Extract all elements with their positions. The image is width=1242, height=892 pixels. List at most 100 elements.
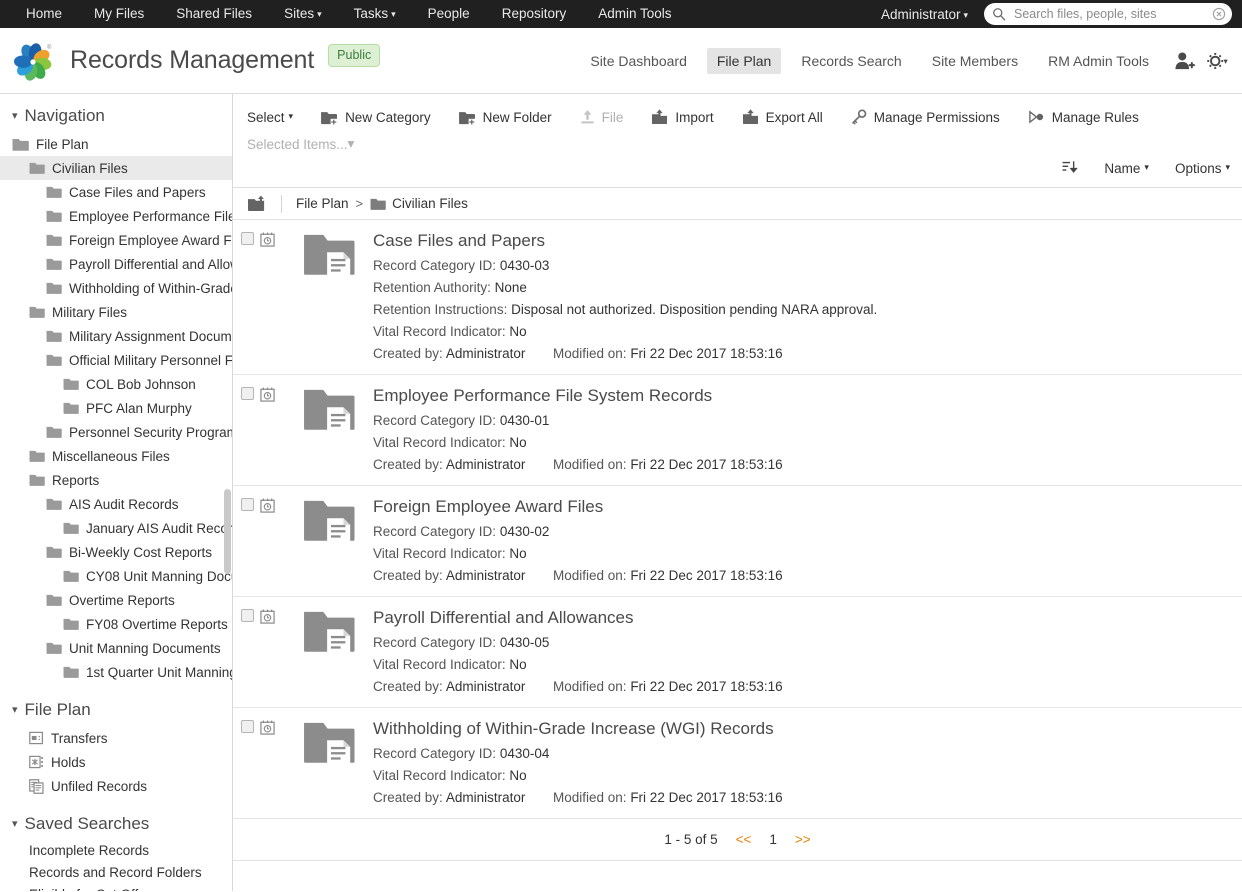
- fileplan-item-holds[interactable]: Holds: [0, 750, 232, 774]
- sidebar-section-fileplan-label: File Plan: [24, 700, 91, 719]
- tree-item-reports[interactable]: Reports: [0, 468, 232, 492]
- tree-item-personnel-security-program-records[interactable]: Personnel Security Program Records: [0, 420, 232, 444]
- site-nav-item-site-members[interactable]: Site Members: [922, 48, 1028, 74]
- global-search[interactable]: [984, 3, 1232, 25]
- global-nav-item-sites[interactable]: Sites ▾: [268, 0, 338, 29]
- sidebar-section-fileplan[interactable]: ▾ File Plan: [0, 696, 232, 726]
- saved-search-item[interactable]: Incomplete Records: [0, 840, 232, 862]
- record-category-title[interactable]: Withholding of Within-Grade Increase (WG…: [373, 718, 1226, 740]
- chevron-down-icon: ▾: [963, 9, 968, 20]
- tree-item-ais-audit-records[interactable]: AIS Audit Records: [0, 492, 232, 516]
- tree-item-official-military-personnel-files[interactable]: Official Military Personnel Files: [0, 348, 232, 372]
- record-category-row[interactable]: Employee Performance File System Records…: [233, 375, 1242, 486]
- record-category-thumbnail[interactable]: [287, 718, 373, 809]
- global-nav-item-admin-tools[interactable]: Admin Tools: [582, 0, 687, 28]
- disposition-schedule-icon[interactable]: [260, 498, 275, 518]
- add-user-icon[interactable]: [1174, 51, 1196, 71]
- row-checkbox[interactable]: [241, 232, 254, 245]
- tree-item-payroll-differential-and-allowances[interactable]: Payroll Differential and Allowances: [0, 252, 232, 276]
- tree-item-bi-weekly-cost-reports[interactable]: Bi-Weekly Cost Reports: [0, 540, 232, 564]
- chevron-down-icon: ▾: [347, 136, 355, 151]
- record-category-title[interactable]: Foreign Employee Award Files: [373, 496, 1226, 518]
- tree-item-col-bob-johnson[interactable]: COL Bob Johnson: [0, 372, 232, 396]
- record-category-thumbnail[interactable]: [287, 496, 373, 587]
- tree-item-employee-performance-file-system-records[interactable]: Employee Performance File System Records: [0, 204, 232, 228]
- breadcrumb-root-link[interactable]: File Plan: [296, 196, 349, 211]
- site-nav-item-file-plan[interactable]: File Plan: [706, 48, 782, 74]
- global-nav-item-people[interactable]: People: [412, 0, 486, 28]
- manage-rules-button[interactable]: Manage Rules: [1028, 109, 1139, 125]
- global-nav-item-tasks[interactable]: Tasks ▾: [338, 0, 412, 29]
- record-category-title[interactable]: Employee Performance File System Records: [373, 385, 1226, 407]
- record-category-row[interactable]: Case Files and Papers Record Category ID…: [233, 220, 1242, 375]
- record-category-title[interactable]: Case Files and Papers: [373, 230, 1226, 252]
- site-nav-item-rm-admin-tools[interactable]: RM Admin Tools: [1038, 48, 1159, 74]
- folder-up-icon[interactable]: [247, 195, 267, 213]
- pagination-last[interactable]: >>: [795, 832, 811, 847]
- manage-permissions-button[interactable]: Manage Permissions: [851, 109, 1000, 125]
- folder-icon: [46, 497, 62, 511]
- tree-item-january-ais-audit-records[interactable]: January AIS Audit Records: [0, 516, 232, 540]
- saved-search-item[interactable]: Records and Record Folders Eligible for …: [0, 862, 232, 891]
- fileplan-item-transfers[interactable]: Transfers: [0, 726, 232, 750]
- disposition-schedule-icon[interactable]: [260, 232, 275, 252]
- search-input[interactable]: [1012, 6, 1208, 22]
- record-category-row[interactable]: Foreign Employee Award Files Record Cate…: [233, 486, 1242, 597]
- sidebar-scrollbar[interactable]: [224, 489, 231, 574]
- select-button[interactable]: Select ▾: [247, 110, 293, 125]
- options-dropdown[interactable]: Options ▾: [1175, 161, 1230, 176]
- tree-item-withholding-of-within-grade-increase-wgi-records[interactable]: Withholding of Within-Grade Increase (WG…: [0, 276, 232, 300]
- new-category-button[interactable]: New Category: [321, 110, 431, 125]
- tree-item-overtime-reports[interactable]: Overtime Reports: [0, 588, 232, 612]
- tree-item-file-plan[interactable]: File Plan: [0, 132, 232, 156]
- global-nav-item-home[interactable]: Home: [10, 0, 78, 28]
- row-checkbox[interactable]: [241, 720, 254, 733]
- disposition-schedule-icon[interactable]: [260, 387, 275, 407]
- record-category-title[interactable]: Payroll Differential and Allowances: [373, 607, 1226, 629]
- record-category-thumbnail[interactable]: [287, 230, 373, 365]
- export-all-button[interactable]: Export All: [742, 109, 823, 125]
- sidebar-section-saved-searches[interactable]: ▾ Saved Searches: [0, 810, 232, 840]
- new-folder-button[interactable]: New Folder: [458, 110, 552, 125]
- site-nav-item-records-search[interactable]: Records Search: [791, 48, 911, 74]
- disposition-schedule-icon[interactable]: [260, 720, 275, 740]
- row-checkbox[interactable]: [241, 498, 254, 511]
- row-checkbox[interactable]: [241, 387, 254, 400]
- user-menu[interactable]: Administrator ▾: [881, 7, 968, 22]
- tree-item-foreign-employee-award-files[interactable]: Foreign Employee Award Files: [0, 228, 232, 252]
- global-nav-item-my-files[interactable]: My Files: [78, 0, 160, 28]
- record-category-thumbnail[interactable]: [287, 385, 373, 476]
- tree-item-pfc-alan-murphy[interactable]: PFC Alan Murphy: [0, 396, 232, 420]
- global-nav-item-shared-files[interactable]: Shared Files: [160, 0, 268, 28]
- tree-item-case-files-and-papers[interactable]: Case Files and Papers: [0, 180, 232, 204]
- pagination-first[interactable]: <<: [736, 832, 752, 847]
- record-category-row[interactable]: Payroll Differential and Allowances Reco…: [233, 597, 1242, 708]
- record-audit-line: Created by: Administrator Modified on: F…: [373, 676, 1226, 698]
- tree-item-unit-manning-documents[interactable]: Unit Manning Documents: [0, 636, 232, 660]
- sidebar-section-navigation[interactable]: ▾ Navigation: [0, 102, 232, 132]
- site-nav-item-site-dashboard[interactable]: Site Dashboard: [580, 48, 697, 74]
- page-title: Records Management: [70, 46, 315, 74]
- sort-field-dropdown[interactable]: Name ▾: [1104, 161, 1149, 176]
- record-category-folder-icon: [304, 722, 355, 767]
- disposition-schedule-icon[interactable]: [260, 609, 275, 629]
- tree-item-miscellaneous-files[interactable]: Miscellaneous Files: [0, 444, 232, 468]
- record-category-row[interactable]: Withholding of Within-Grade Increase (WG…: [233, 708, 1242, 819]
- tree-item-label: January AIS Audit Records: [86, 520, 232, 536]
- row-checkbox[interactable]: [241, 609, 254, 622]
- clear-icon[interactable]: [1212, 7, 1226, 21]
- global-nav-item-repository[interactable]: Repository: [486, 0, 583, 28]
- record-category-thumbnail[interactable]: [287, 607, 373, 698]
- tree-item-civilian-files[interactable]: Civilian Files: [0, 156, 232, 180]
- tree-item-label: AIS Audit Records: [69, 496, 179, 512]
- gear-icon[interactable]: ▾: [1206, 50, 1230, 72]
- selected-items-dropdown[interactable]: Selected Items... ▾: [247, 136, 354, 152]
- import-button[interactable]: Import: [651, 109, 714, 125]
- tree-item-fy08-overtime-reports[interactable]: FY08 Overtime Reports: [0, 612, 232, 636]
- tree-item-1st-quarter-unit-manning-documents[interactable]: 1st Quarter Unit Manning Documents: [0, 660, 232, 684]
- sort-direction-button[interactable]: [1062, 160, 1079, 177]
- fileplan-item-unfiled-records[interactable]: Unfiled Records: [0, 774, 232, 798]
- tree-item-military-assignment-documents[interactable]: Military Assignment Documents: [0, 324, 232, 348]
- tree-item-military-files[interactable]: Military Files: [0, 300, 232, 324]
- tree-item-cy08-unit-manning-documents[interactable]: CY08 Unit Manning Documents: [0, 564, 232, 588]
